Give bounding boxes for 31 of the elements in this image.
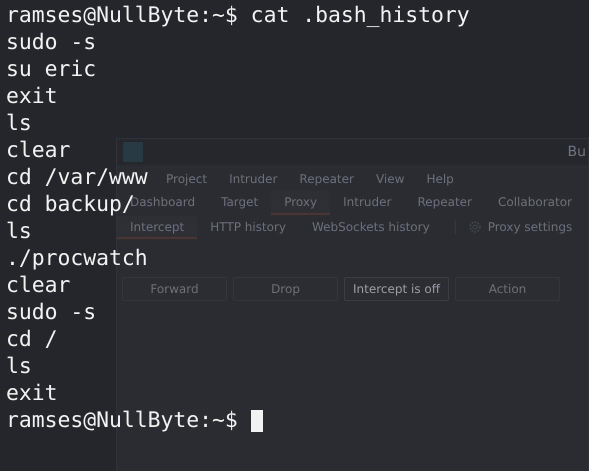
tab[interactable]: Intruder: [330, 191, 404, 215]
menu-item[interactable]: View: [376, 172, 404, 186]
menu-item[interactable]: Help: [426, 172, 454, 186]
terminal-line: su eric: [6, 56, 96, 83]
settings-icon[interactable]: [468, 220, 482, 234]
terminal-line: exit: [6, 380, 58, 407]
tab[interactable]: Target: [208, 191, 272, 215]
toolbar-button[interactable]: Intercept is off: [344, 277, 449, 301]
tab[interactable]: Collaborator: [485, 191, 585, 215]
terminal-line: sudo -s: [6, 29, 96, 56]
menu-item[interactable]: Repeater: [299, 172, 354, 186]
tab[interactable]: Repeater: [404, 191, 485, 215]
terminal-line: ramses@NullByte:~$ cat .bash_history: [6, 2, 470, 29]
terminal-line: clear: [6, 137, 70, 164]
terminal-prompt: ramses@NullByte:~$: [6, 407, 238, 434]
terminal-line: ls: [6, 353, 32, 380]
terminal-line: ls: [6, 110, 32, 137]
window-title: Bu: [568, 144, 586, 160]
menu-item[interactable]: Project: [166, 172, 208, 186]
settings-link[interactable]: Proxy settings: [488, 220, 572, 234]
terminal-line: cd /var/www: [6, 164, 148, 191]
terminal-line: cd /: [6, 326, 58, 353]
terminal-line: ls: [6, 218, 32, 245]
terminal-line: exit: [6, 83, 58, 110]
app-logo-icon: [123, 142, 143, 162]
terminal-line: sudo -s: [6, 299, 96, 326]
terminal-line: clear: [6, 272, 70, 299]
tab[interactable]: WebSockets history: [299, 216, 443, 238]
tab[interactable]: HTTP history: [197, 216, 300, 238]
terminal-line: ./procwatch: [6, 245, 148, 272]
menu-item[interactable]: Intruder: [229, 172, 278, 186]
